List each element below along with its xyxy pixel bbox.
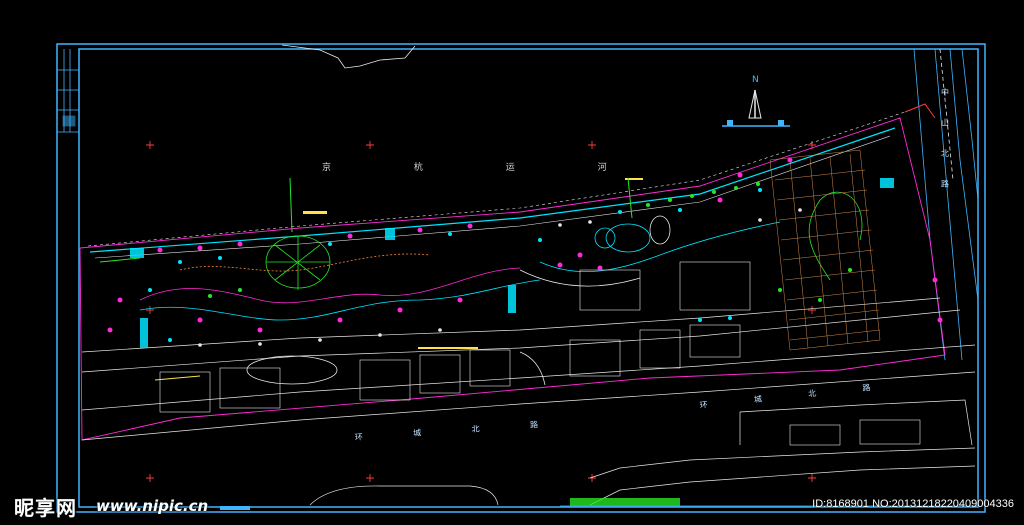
- drawing-frame-outer: [56, 43, 986, 513]
- title-strip: [57, 49, 79, 133]
- cad-site-plan: 京 杭 运 河 N 中 山 北 路 环 城 北 路 环 城 北 路: [56, 43, 986, 513]
- bottom-road-label-2: 环 城 北 路: [699, 380, 893, 410]
- park-paths: [139, 191, 863, 386]
- building-blocks: [159, 261, 921, 446]
- lower-roads: [81, 297, 976, 506]
- drawing-frame-inner: [78, 48, 979, 508]
- bottom-road-label-1: 环 城 北 路: [354, 418, 562, 442]
- right-road-label: 中 山 北 路: [941, 87, 950, 198]
- image-id-label: ID:8168901 NO:20131218220409004336: [812, 498, 1014, 510]
- plantings: [107, 157, 943, 347]
- north-arrow-icon: N: [722, 75, 790, 127]
- water-features: [130, 178, 894, 348]
- river-label: 京 杭 运 河: [322, 161, 647, 173]
- nipic-url[interactable]: www.nipic.cn: [96, 497, 208, 515]
- north-label: N: [752, 75, 759, 85]
- nipic-logo: 昵享网: [14, 496, 77, 520]
